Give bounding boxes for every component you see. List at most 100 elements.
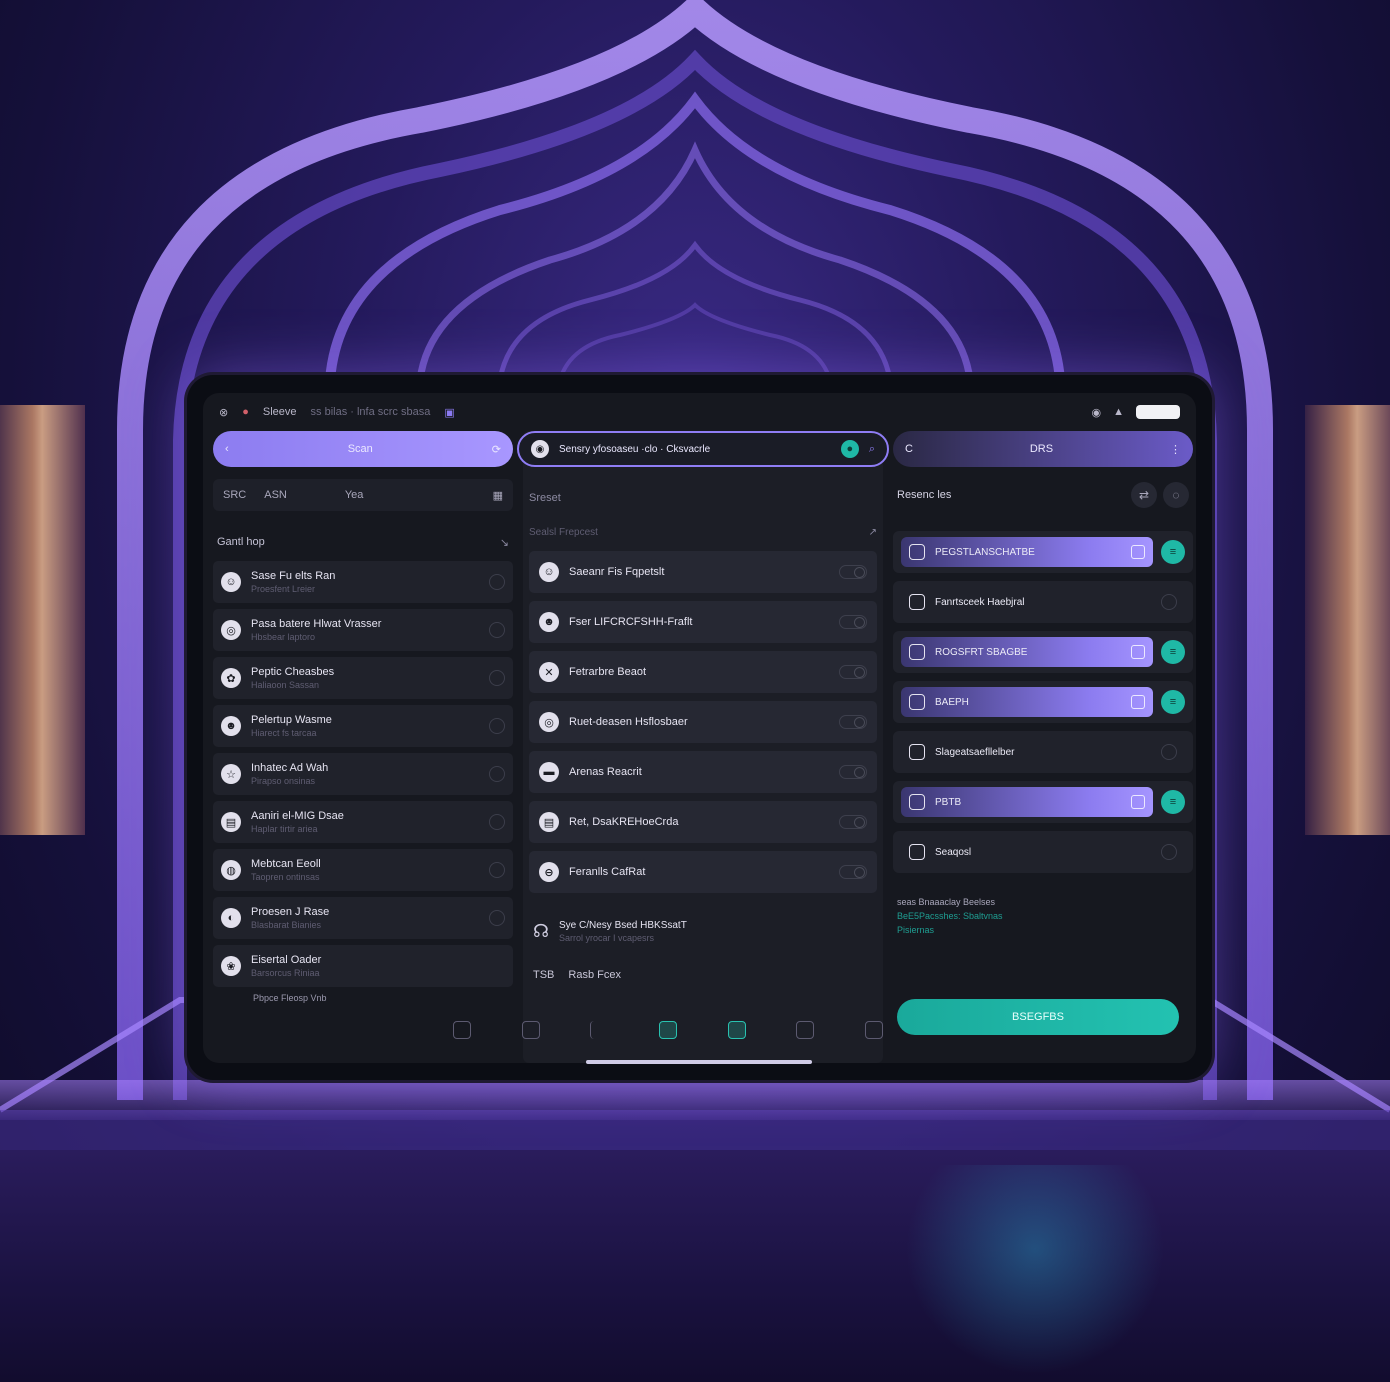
option-row[interactable]: ROGSFRT SBAGBE ≡	[893, 631, 1193, 673]
left-pillar	[0, 405, 85, 835]
setting-row[interactable]: ▤ Ret, DsaKREHoeCrda	[529, 801, 877, 843]
option-label: PBTB	[935, 796, 962, 808]
search-input[interactable]: Sensry yfosoaseu ·clo · Cksvacrle	[559, 444, 710, 455]
back-icon[interactable]: C	[905, 443, 913, 455]
item-subtitle: Haliaoon Sassan	[251, 680, 320, 690]
select-radio[interactable]	[489, 622, 505, 638]
chat-icon[interactable]	[453, 1021, 471, 1039]
refresh-icon[interactable]: ⟳	[492, 443, 501, 456]
select-radio[interactable]	[489, 670, 505, 686]
filter-year[interactable]: Yea	[345, 489, 364, 501]
list-item[interactable]: ☻ Pelertup Wasme Hiarect fs tarcaa	[213, 705, 513, 747]
select-radio[interactable]	[1161, 744, 1177, 760]
signal-icon: ▲	[1113, 406, 1124, 418]
setting-toggle[interactable]	[839, 565, 867, 579]
setting-toggle[interactable]	[839, 865, 867, 879]
setting-label: Fetrarbre Beaot	[569, 666, 647, 678]
search-icon[interactable]: ⌕	[869, 443, 875, 456]
expand-icon[interactable]: ↗	[869, 527, 877, 538]
filter-src[interactable]: SRC	[223, 489, 246, 501]
apps-icon[interactable]	[727, 1021, 746, 1039]
checkbox-icon[interactable]	[1131, 645, 1145, 659]
setting-row[interactable]: ☺ Saeanr Fis Fqpetslt	[529, 551, 877, 593]
option-icon	[909, 744, 925, 760]
setting-row[interactable]: ✕ Fetrarbre Beaot	[529, 651, 877, 693]
avatar-icon: ❀	[221, 956, 241, 976]
grid-icon[interactable]: ▦	[493, 489, 503, 502]
setting-toggle[interactable]	[839, 665, 867, 679]
checkbox-icon[interactable]	[1131, 695, 1145, 709]
list-item[interactable]: ◎ Pasa batere Hlwat Vrasser Hbsbear laptor…	[213, 609, 513, 651]
list-item[interactable]: ◍ Mebtcan Eeoll Taopren ontinsas	[213, 849, 513, 891]
select-radio[interactable]	[489, 574, 505, 590]
record-icon: ●	[242, 406, 249, 418]
confirm-icon[interactable]: ≡	[1161, 540, 1185, 564]
filter-icon[interactable]: ⇄	[1131, 482, 1157, 508]
more-icon[interactable]: ⋮	[1170, 443, 1181, 456]
note-link[interactable]: Pisiernas	[897, 923, 1189, 937]
note-link[interactable]: BeE5Pacsshes: Sbaltvnas	[897, 909, 1189, 923]
drs-selector[interactable]: C DRS ⋮	[893, 431, 1193, 467]
option-row[interactable]: PEGSTLANSCHATBE ≡	[893, 531, 1193, 573]
document-icon[interactable]	[521, 1021, 540, 1039]
avatar-icon: ◐	[221, 908, 241, 928]
select-radio[interactable]	[489, 718, 505, 734]
select-radio[interactable]	[1161, 844, 1177, 860]
option-row[interactable]: Fanrtsceek Haebjral	[893, 581, 1193, 623]
item-subtitle: Haplar tirtir ariea	[251, 824, 318, 834]
setting-row[interactable]: ⊖ Feranlls CafRat	[529, 851, 877, 893]
option-row[interactable]: Seaqosl	[893, 831, 1193, 873]
confirm-icon[interactable]: ≡	[1161, 790, 1185, 814]
filter-bar[interactable]: SRC ASN Yea ▦	[213, 479, 513, 511]
panel-footer[interactable]: TSB Rasb Fcex	[523, 959, 883, 991]
item-subtitle: Hiarect fs tarcaa	[251, 728, 317, 738]
confirm-icon[interactable]: ≡	[1161, 640, 1185, 664]
list-item[interactable]: ◐ Proesen J Rase Blasbarat Bianies	[213, 897, 513, 939]
list-item[interactable]: ☆ Inhatec Ad Wah Pirapso onsinas	[213, 753, 513, 795]
select-radio[interactable]	[489, 766, 505, 782]
detail-item[interactable]: ☊ Sye C/Nesy Bsed HBKSsatT Sarrol yrocar…	[523, 903, 883, 959]
folder-icon[interactable]	[796, 1021, 815, 1039]
item-subtitle: Blasbarat Bianies	[251, 920, 322, 930]
sort-icon[interactable]: ↘	[500, 536, 509, 549]
home-icon[interactable]	[658, 1021, 677, 1039]
setting-row[interactable]: ☻ Fser LIFCRCFSHH-Fraflt	[529, 601, 877, 643]
setting-row[interactable]: ◎ Ruet-deasen Hsflosbaer	[529, 701, 877, 743]
bottom-dock	[433, 1013, 903, 1047]
checkbox-icon[interactable]	[1131, 545, 1145, 559]
list-item[interactable]: ❀ Eisertal Oader Barsorcus Riniaa	[213, 945, 513, 987]
setting-toggle[interactable]	[839, 615, 867, 629]
settings-icon[interactable]: ◌	[1163, 482, 1189, 508]
user-avatar[interactable]: ◉	[531, 440, 549, 458]
flag-icon[interactable]	[590, 1021, 608, 1039]
home-indicator[interactable]	[586, 1060, 812, 1064]
select-radio[interactable]	[1161, 594, 1177, 610]
printer-icon[interactable]	[864, 1021, 883, 1039]
overflow-item[interactable]: Pbpce Fleosp Vnb	[213, 993, 513, 1007]
search-bar[interactable]: ◉ Sensry yfosoaseu ·clo · Cksvacrle ● ⌕	[517, 431, 889, 467]
filter-asn[interactable]: ASN	[264, 489, 287, 501]
panel-header-label: Sreset	[529, 492, 561, 504]
list-item[interactable]: ✿ Peptic Cheasbes Haliaoon Sassan	[213, 657, 513, 699]
setting-toggle[interactable]	[839, 765, 867, 779]
calendar-icon: ▤	[539, 812, 559, 832]
list-item[interactable]: ▤ Aaniri el-MIG Dsae Haplar tirtir ariea	[213, 801, 513, 843]
option-label: Slageatsaefllelber	[935, 746, 1015, 758]
status-toggle[interactable]: ●	[840, 440, 859, 458]
option-row[interactable]: PBTB ≡	[893, 781, 1193, 823]
select-radio[interactable]	[489, 910, 505, 926]
confirm-icon[interactable]: ≡	[1161, 690, 1185, 714]
checkbox-icon[interactable]	[1131, 795, 1145, 809]
setting-row[interactable]: ▬ Arenas Reacrit	[529, 751, 877, 793]
option-row[interactable]: BAEPH ≡	[893, 681, 1193, 723]
list-item[interactable]: ☺ Sase Fu elts Ran Proesfent Lreier	[213, 561, 513, 603]
scan-button[interactable]: ‹ Scan ⟳	[213, 431, 513, 467]
item-title: Pasa batere Hlwat Vrasser	[251, 618, 382, 630]
option-list: PEGSTLANSCHATBE ≡ Fanrtsceek Haebjral ROG…	[893, 531, 1193, 873]
setting-toggle[interactable]	[839, 815, 867, 829]
select-radio[interactable]	[489, 814, 505, 830]
primary-action-button[interactable]: BSEGFBS	[897, 999, 1179, 1035]
option-row[interactable]: Slageatsaefllelber	[893, 731, 1193, 773]
select-radio[interactable]	[489, 862, 505, 878]
setting-toggle[interactable]	[839, 715, 867, 729]
